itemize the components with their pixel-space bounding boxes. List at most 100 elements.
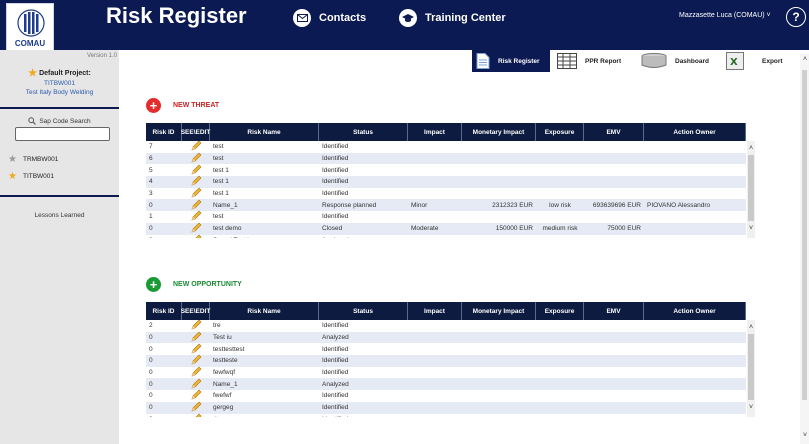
risk-name: test demo — [213, 225, 242, 233]
column-header[interactable]: Monetary Impact — [462, 123, 536, 141]
svg-text:X: X — [730, 57, 738, 68]
table-row[interactable]: 4 test 1 Identified — [146, 175, 746, 188]
risk-name: tre — [213, 322, 221, 330]
scroll-down-icon[interactable]: ˅ — [801, 432, 809, 439]
contacts-label: Contacts — [319, 12, 367, 24]
column-header[interactable]: Risk Name — [210, 302, 319, 320]
new-threat-button[interactable]: + NEW THREAT — [146, 98, 219, 113]
scroll-down-icon[interactable]: ˅ — [747, 404, 755, 411]
grid-report-icon — [557, 53, 577, 69]
scroll-up-icon[interactable]: ˄ — [801, 56, 809, 63]
tab-risk-register[interactable]: Risk Register — [472, 50, 550, 72]
user-menu[interactable]: Mazzasette Luca (COMAU) ˅ — [679, 12, 771, 19]
risk-status: Identified — [322, 166, 349, 174]
opportunity-table-scrollbar[interactable]: ˄ ˅ — [747, 320, 755, 417]
risk-status: Identified — [322, 155, 349, 163]
risk-name: dgeger — [210, 416, 319, 417]
version-label: Version 1.0 — [86, 53, 117, 59]
default-project-name[interactable]: Test Italy Body Welding — [0, 88, 119, 97]
favorite-project-code: TRMBW001 — [22, 156, 59, 163]
table-row[interactable]: 0 fewfwqf Identified — [146, 366, 746, 379]
column-header[interactable]: SEE\EDIT — [181, 302, 210, 320]
lessons-learned-link[interactable]: Lessons Learned — [0, 212, 119, 219]
scrollbar-thumb[interactable] — [748, 334, 754, 400]
app-title: Risk Register — [106, 3, 247, 28]
tab-dashboard[interactable]: Dashboard — [641, 50, 716, 72]
scroll-down-icon[interactable]: ˅ — [747, 225, 755, 232]
scroll-up-icon[interactable]: ˄ — [747, 145, 755, 152]
table-row[interactable]: 2 tre Identified — [146, 320, 746, 332]
contacts-link[interactable]: Contacts — [293, 9, 366, 27]
table-row[interactable]: 0 Speed Test iuAnalyzed — [146, 234, 746, 238]
table-row[interactable]: 0 fwefwf Identified — [146, 390, 746, 402]
table-row[interactable]: 3 test 1 Identified — [146, 187, 746, 200]
new-opportunity-button[interactable]: + NEW OPPORTUNITY — [146, 277, 242, 292]
favorite-project-titbw001[interactable]: ★ TITBW001 — [8, 171, 54, 182]
threat-table-scrollbar[interactable]: ˄ ˅ — [747, 141, 755, 238]
scrollbar-thumb[interactable] — [802, 70, 807, 400]
training-center-link[interactable]: Training Center — [399, 9, 506, 27]
opportunity-table-body: 2 tre Identified 0 Test iu Analyzed 0 testtestt… — [146, 320, 746, 417]
default-project-code[interactable]: TITBW001 — [0, 79, 119, 88]
column-header[interactable]: Exposure — [536, 123, 584, 141]
risk-name: test — [213, 155, 224, 163]
column-header[interactable]: EMV — [584, 123, 644, 141]
table-row[interactable]: 7 test Identified — [146, 141, 746, 153]
comau-logo[interactable]: COMAU — [6, 3, 54, 51]
risk-id: 0 — [149, 225, 153, 233]
risk-name: test 1 — [213, 190, 229, 198]
table-row[interactable]: 0 testtesttest Identified — [146, 343, 746, 355]
table-row[interactable]: 0 Test iu Analyzed — [146, 331, 746, 344]
column-header[interactable]: SEE\EDIT — [181, 123, 210, 141]
risk-impact: Moderate — [411, 225, 439, 233]
emv: 75000 EUR — [607, 225, 641, 233]
tab-label: Dashboard — [675, 57, 709, 65]
tab-ppr-report[interactable]: PPR Report — [557, 50, 635, 72]
table-row[interactable]: 0 dgegerIdentified — [146, 413, 746, 417]
risk-name: Speed Test iu — [210, 237, 319, 238]
risk-id: 0 — [146, 416, 182, 417]
edit-button[interactable] — [182, 413, 210, 417]
tab-label: Risk Register — [498, 57, 540, 65]
table-row[interactable]: 0 testteste Identified — [146, 354, 746, 367]
risk-name: Test iu — [213, 334, 232, 342]
risk-status: Response planned — [322, 201, 377, 209]
risk-name: testteste — [213, 357, 238, 365]
sidebar-divider — [0, 195, 119, 197]
sap-code-search-input[interactable] — [15, 127, 110, 141]
monetary-impact: 150000 EUR — [495, 225, 533, 233]
table-row[interactable]: 6 test Identified — [146, 152, 746, 165]
table-row[interactable]: 0 gergeg Identified — [146, 401, 746, 414]
emv: 693639696 EUR — [592, 201, 641, 209]
table-row[interactable]: 5 test 1 Identified — [146, 164, 746, 176]
column-header[interactable]: Status — [319, 302, 408, 320]
column-header[interactable]: Impact — [408, 123, 462, 141]
page-scrollbar[interactable]: ˄ ˅ — [800, 54, 809, 444]
risk-status: Identified — [319, 416, 408, 417]
table-row[interactable]: 0 test demo Closed Moderate 150000 EUR medium… — [146, 222, 746, 235]
scroll-up-icon[interactable]: ˄ — [747, 324, 755, 331]
table-row[interactable]: 0 Name_1 Response planned Minor 2312323 EUR l… — [146, 199, 746, 212]
column-header[interactable]: Status — [319, 123, 408, 141]
new-threat-label: NEW THREAT — [173, 102, 220, 109]
column-header[interactable]: Action Owner — [644, 302, 746, 320]
favorite-project-trmbw001[interactable]: ★ TRMBW001 — [8, 154, 58, 165]
risk-status: Identified — [322, 178, 349, 186]
sidebar: Version 1.0 ★ Default Project: TITBW001 … — [0, 50, 119, 444]
risk-status: Identified — [322, 369, 349, 377]
column-header[interactable]: Risk ID — [146, 123, 182, 141]
help-button[interactable]: ? — [786, 7, 806, 27]
tab-export[interactable]: X Export — [726, 50, 786, 72]
column-header[interactable]: EMV — [584, 302, 644, 320]
column-header[interactable]: Impact — [408, 302, 462, 320]
column-header[interactable]: Action Owner — [644, 123, 746, 141]
column-header[interactable]: Risk Name — [210, 123, 319, 141]
column-header[interactable]: Monetary Impact — [462, 302, 536, 320]
scrollbar-thumb[interactable] — [748, 155, 754, 221]
pencil-icon — [191, 234, 202, 238]
column-header[interactable]: Risk ID — [146, 302, 182, 320]
column-header[interactable]: Exposure — [536, 302, 584, 320]
table-row[interactable]: 1 test Identified — [146, 211, 746, 223]
edit-button[interactable] — [182, 234, 210, 238]
table-row[interactable]: 0 Name_1 Analyzed — [146, 378, 746, 391]
